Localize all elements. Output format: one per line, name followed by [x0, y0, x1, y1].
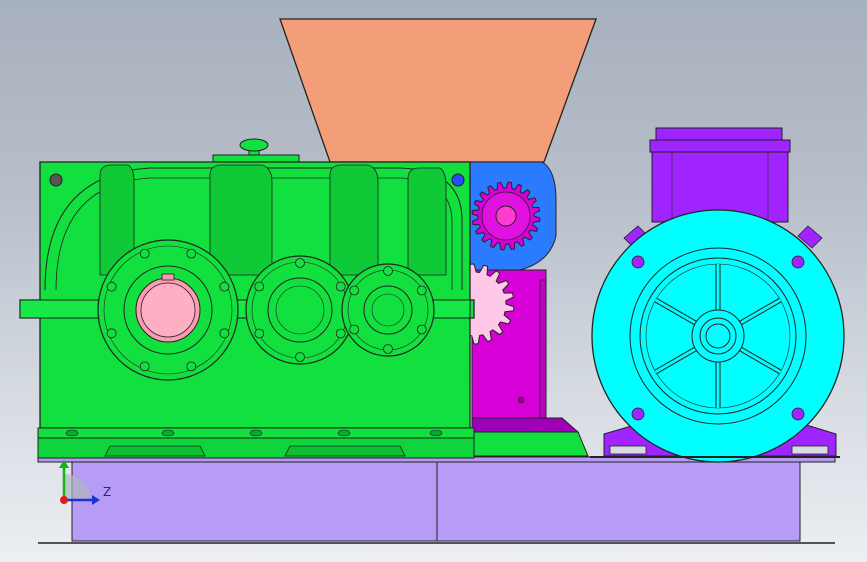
coordinate-triad: Z — [48, 458, 118, 512]
x-axis-icon — [60, 496, 68, 504]
gear-reducer-housing[interactable] — [19, 138, 475, 459]
electric-motor[interactable] — [591, 127, 845, 463]
base-frame[interactable] — [37, 456, 836, 542]
z-axis-label: Z — [103, 485, 112, 499]
electric-motor-fan-cover[interactable] — [591, 209, 845, 463]
assembly-model[interactable] — [0, 0, 867, 562]
electric-motor-terminal-box[interactable] — [649, 127, 791, 223]
cad-viewport[interactable]: Z — [0, 0, 867, 562]
feed-hopper[interactable] — [279, 18, 597, 163]
drive-gear[interactable] — [471, 181, 541, 251]
